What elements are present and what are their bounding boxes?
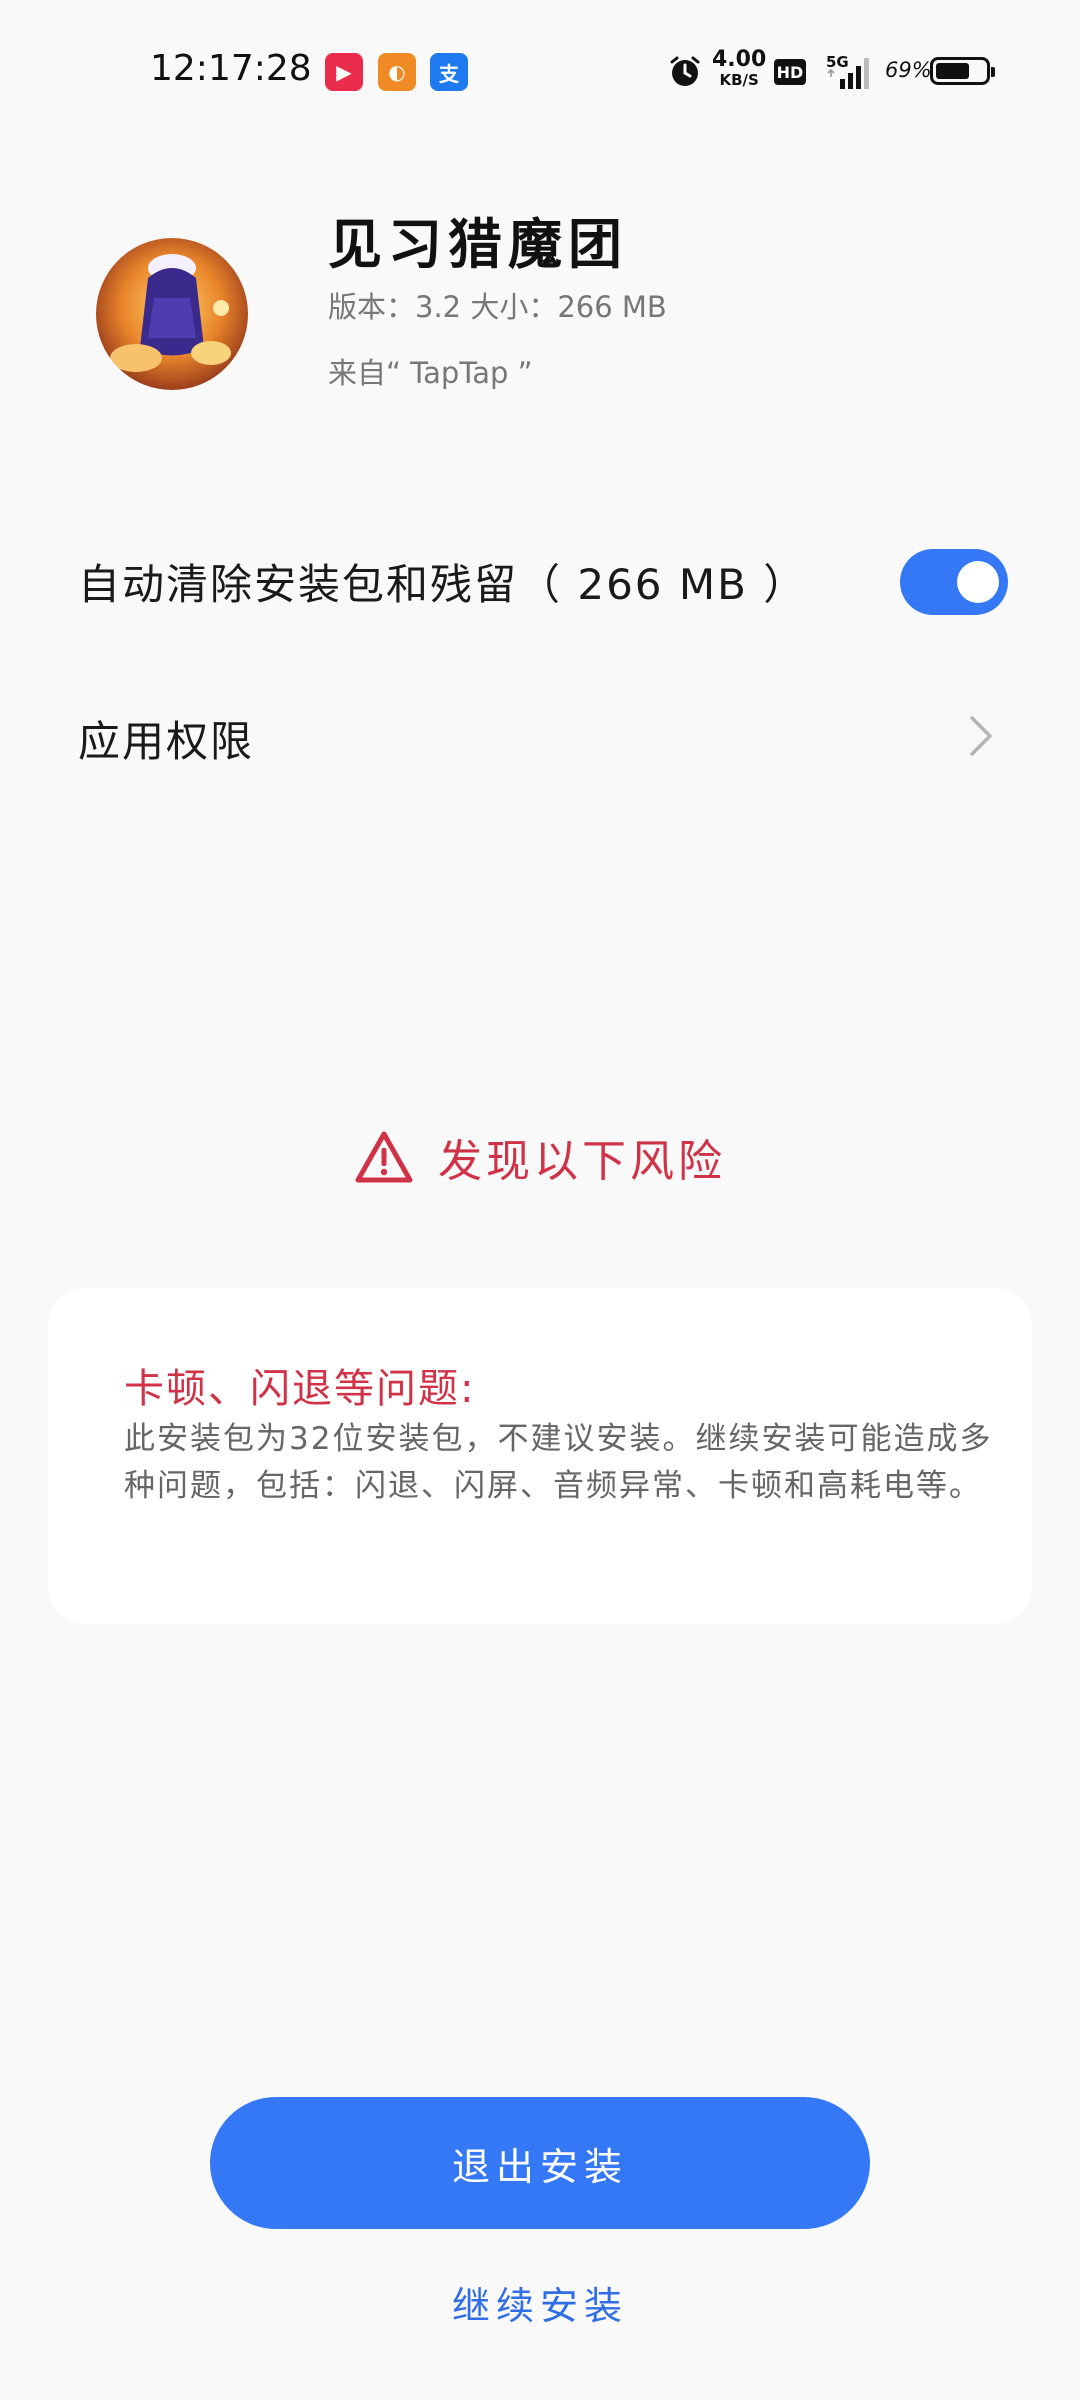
app-name: 见习猎魔团 [328,213,628,276]
auto-clean-toggle[interactable] [900,549,1008,615]
toggle-knob [957,561,999,603]
uc-browser-icon: ◐ [378,53,416,91]
exit-install-button[interactable]: 退出安装 [210,2097,870,2229]
continue-install-link[interactable]: 继续安装 [0,2275,1080,2330]
network-speed-value: 4.00 [712,47,767,72]
auto-clean-label: 自动清除安装包和残留（ 266 MB ） [78,560,808,609]
svg-text:5G: 5G [826,53,849,71]
alarm-icon [670,56,700,86]
hd-badge: HD [774,59,806,85]
app-permissions-label: 应用权限 [78,717,255,766]
battery-icon [930,57,995,85]
battery-percent: 69% [885,58,932,82]
risk-card-body: 此安装包为32位安装包，不建议安装。继续安装可能造成多种问题，包括：闪退、闪屏、… [124,1421,993,1504]
app-permissions-row[interactable]: 应用权限 [0,680,1080,790]
app-icon [96,238,248,390]
app-source: 来自“ TapTap ” [328,356,533,390]
battery-fill [936,63,969,79]
alipay-icon: 支 [430,53,468,91]
signal-5g-icon: 5G [826,53,869,89]
app-character-icon [96,238,248,390]
risk-card: 卡顿、闪退等问题: 此安装包为32位安装包，不建议安装。继续安装可能造成多种问题… [48,1288,1032,1624]
risk-title-text: 发现以下风险 [438,1136,726,1187]
chevron-right-icon [970,716,992,756]
risk-card-heading: 卡顿、闪退等问题: [124,1366,476,1412]
status-bar: 12:17:28 ▶ ◐ 支 4.00 KB/S HD 5G 69% [0,0,1080,140]
status-time: 12:17:28 [150,48,312,89]
warning-icon [355,1131,413,1183]
risk-title: 发现以下风险 [0,1125,1080,1189]
network-speed: 4.00 KB/S [712,47,767,90]
network-speed-unit: KB/S [719,71,759,89]
app-version-size: 版本：3.2 大小：266 MB [328,290,667,324]
kuaishou-app-icon: ▶ [325,53,363,91]
